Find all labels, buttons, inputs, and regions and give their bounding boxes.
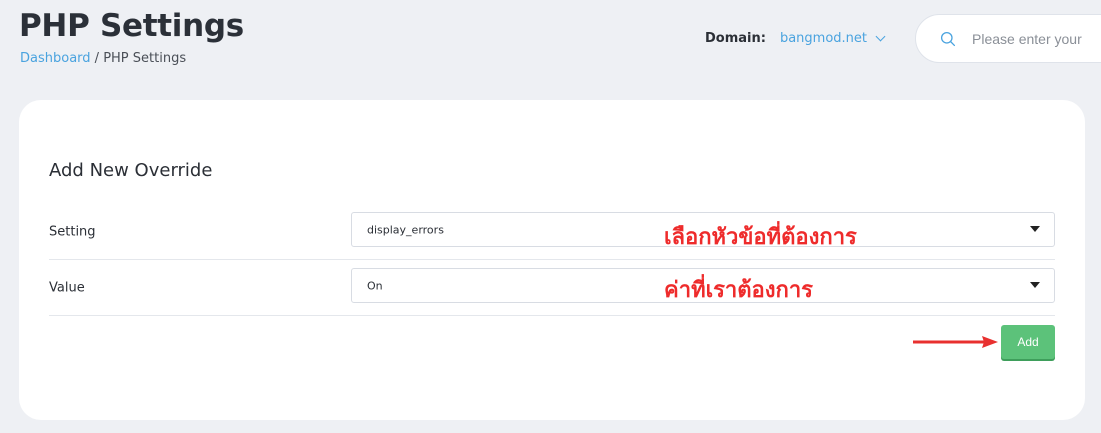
breadcrumb-current: PHP Settings xyxy=(103,51,187,66)
arrow-right-icon xyxy=(913,336,998,348)
value-row: Value On xyxy=(49,260,1055,316)
setting-annotation: เลือกหัวข้อที่ต้องการ xyxy=(664,225,857,250)
domain-value[interactable]: bangmod.net xyxy=(780,31,867,46)
breadcrumb-separator: / xyxy=(90,51,104,66)
value-label: Value xyxy=(49,280,85,295)
value-select-value: On xyxy=(367,279,383,292)
search-icon[interactable] xyxy=(940,29,956,49)
search-box[interactable] xyxy=(915,14,1101,63)
breadcrumb-dashboard-link[interactable]: Dashboard xyxy=(20,51,91,66)
domain-label: Domain: xyxy=(705,31,766,46)
search-input[interactable] xyxy=(970,29,1101,48)
page-title: PHP Settings xyxy=(19,8,244,44)
caret-down-icon xyxy=(1030,282,1040,288)
value-annotation: ค่าที่เราต้องการ xyxy=(664,278,813,303)
add-button[interactable]: Add xyxy=(1001,325,1055,359)
chevron-down-icon[interactable] xyxy=(875,31,886,42)
setting-row: Setting display_errors xyxy=(49,204,1055,260)
add-override-card: Add New Override Setting display_errors … xyxy=(19,100,1085,420)
card-title: Add New Override xyxy=(49,160,213,181)
caret-down-icon xyxy=(1030,226,1040,232)
setting-label: Setting xyxy=(49,224,96,239)
setting-select-value: display_errors xyxy=(367,223,444,236)
domain-selector[interactable]: Domain: bangmod.net xyxy=(705,31,886,46)
breadcrumb: Dashboard / PHP Settings xyxy=(20,51,186,66)
